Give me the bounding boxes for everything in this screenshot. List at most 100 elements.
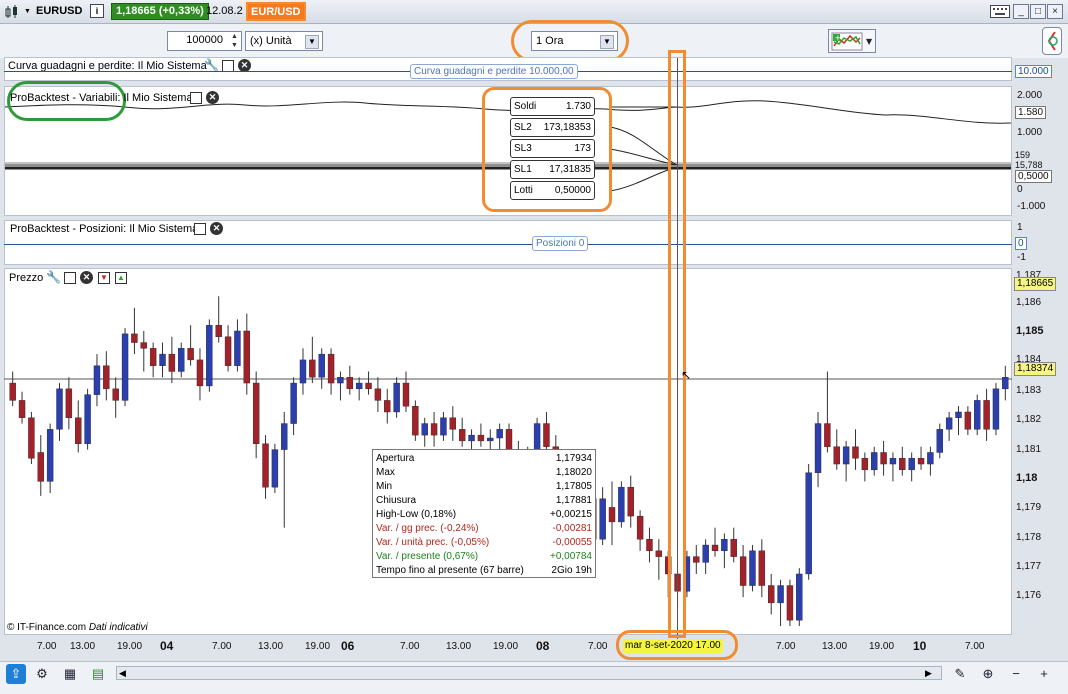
candle[interactable] bbox=[75, 400, 82, 453]
candle[interactable] bbox=[327, 348, 335, 395]
candle[interactable] bbox=[749, 545, 756, 592]
info-icon[interactable]: i bbox=[90, 4, 104, 18]
candle[interactable] bbox=[178, 342, 185, 378]
candle[interactable] bbox=[777, 579, 784, 627]
candle[interactable] bbox=[215, 296, 222, 343]
candle[interactable] bbox=[56, 383, 63, 441]
candle[interactable] bbox=[636, 510, 644, 551]
zoom-in-icon[interactable]: + bbox=[1034, 664, 1054, 684]
candle[interactable] bbox=[262, 435, 269, 499]
candle[interactable] bbox=[458, 417, 466, 447]
candle[interactable] bbox=[852, 429, 859, 470]
candle[interactable] bbox=[318, 348, 325, 389]
candle[interactable] bbox=[805, 464, 812, 580]
dropdown-arrow-icon[interactable]: ▼ bbox=[24, 8, 31, 15]
candle[interactable] bbox=[224, 325, 232, 372]
close-icon[interactable]: ✕ bbox=[210, 222, 223, 235]
share-icon[interactable]: ⇪ bbox=[6, 664, 26, 684]
drawing-tools-icon[interactable]: ✎ bbox=[950, 664, 970, 684]
candle[interactable] bbox=[65, 377, 73, 430]
calculator-icon[interactable]: ▦ bbox=[60, 664, 80, 684]
candle[interactable] bbox=[337, 371, 344, 401]
candle[interactable] bbox=[93, 354, 101, 407]
candle[interactable] bbox=[206, 319, 213, 392]
candle[interactable] bbox=[140, 330, 147, 372]
candle[interactable] bbox=[402, 371, 410, 412]
candle[interactable] bbox=[121, 328, 129, 407]
candle[interactable] bbox=[983, 388, 990, 441]
candle[interactable] bbox=[309, 336, 316, 384]
candle[interactable] bbox=[992, 383, 1000, 436]
window-icon[interactable] bbox=[64, 272, 76, 284]
quantity-down-icon[interactable]: ▼ bbox=[229, 41, 240, 50]
window-icon[interactable] bbox=[190, 92, 202, 104]
close-button[interactable]: × bbox=[1047, 4, 1063, 19]
close-icon[interactable]: ✕ bbox=[80, 271, 93, 284]
candle[interactable] bbox=[149, 342, 157, 378]
candle[interactable] bbox=[693, 545, 700, 574]
candle[interactable] bbox=[449, 406, 457, 441]
candle[interactable] bbox=[936, 423, 943, 459]
candle[interactable] bbox=[543, 411, 550, 453]
candle[interactable] bbox=[440, 411, 447, 441]
candle[interactable] bbox=[786, 579, 794, 627]
candle[interactable] bbox=[871, 446, 878, 476]
candle[interactable] bbox=[28, 411, 35, 465]
scroll-left-icon[interactable]: ◀ bbox=[119, 668, 126, 679]
candle[interactable] bbox=[908, 452, 915, 482]
candle[interactable] bbox=[861, 452, 869, 482]
horizontal-scrollbar[interactable]: ◀ ▶ bbox=[116, 666, 942, 680]
candle[interactable] bbox=[196, 348, 204, 401]
candle[interactable] bbox=[945, 411, 953, 441]
candle[interactable] bbox=[655, 539, 663, 580]
add-indicator-button[interactable]: + ▼ bbox=[828, 29, 876, 53]
wrench-icon[interactable]: 🔧 bbox=[204, 58, 219, 72]
candle[interactable] bbox=[131, 307, 138, 355]
candle[interactable] bbox=[112, 377, 119, 418]
zoom-area-icon[interactable]: ⊕ bbox=[978, 664, 998, 684]
candle[interactable] bbox=[814, 411, 822, 488]
candle[interactable] bbox=[899, 446, 906, 476]
candle[interactable] bbox=[730, 527, 737, 563]
candle[interactable] bbox=[889, 452, 897, 482]
chevron-down-icon[interactable]: ▼ bbox=[305, 35, 319, 49]
candle[interactable] bbox=[964, 406, 972, 436]
candle[interactable] bbox=[599, 487, 606, 546]
unit-select[interactable]: (x) Unità ▼ bbox=[245, 31, 323, 51]
candle[interactable] bbox=[46, 423, 54, 493]
close-icon[interactable]: ✕ bbox=[206, 91, 219, 104]
wrench-icon[interactable]: 🔧 bbox=[46, 270, 61, 284]
candle[interactable] bbox=[477, 423, 485, 447]
candle[interactable] bbox=[18, 391, 26, 424]
candle[interactable] bbox=[880, 440, 887, 476]
candle[interactable] bbox=[412, 400, 419, 441]
candle[interactable] bbox=[271, 443, 279, 493]
candle[interactable] bbox=[974, 394, 981, 436]
ticker-name[interactable]: EURUSD bbox=[36, 5, 82, 17]
candle[interactable] bbox=[421, 417, 428, 447]
candle[interactable] bbox=[37, 435, 44, 496]
candle[interactable] bbox=[627, 475, 634, 528]
strategy-icon[interactable]: ⚙ bbox=[32, 664, 52, 684]
candle[interactable] bbox=[927, 446, 934, 476]
candle[interactable] bbox=[374, 377, 382, 412]
arrow-down-icon[interactable]: ▼ bbox=[98, 272, 110, 284]
chart-type-icon[interactable] bbox=[4, 5, 20, 19]
candle[interactable] bbox=[1002, 365, 1009, 401]
candle[interactable] bbox=[168, 336, 176, 384]
candle[interactable] bbox=[721, 533, 728, 569]
candle[interactable] bbox=[768, 573, 775, 615]
candle[interactable] bbox=[365, 371, 372, 395]
candle[interactable] bbox=[234, 319, 241, 372]
candle[interactable] bbox=[393, 377, 400, 418]
maximize-button[interactable]: □ bbox=[1030, 4, 1046, 19]
candle[interactable] bbox=[355, 377, 363, 401]
candle[interactable] bbox=[346, 365, 354, 395]
candle[interactable] bbox=[187, 325, 194, 366]
candle[interactable] bbox=[84, 388, 91, 450]
candle[interactable] bbox=[824, 371, 831, 453]
minimize-button[interactable]: _ bbox=[1013, 4, 1029, 19]
scroll-right-icon[interactable]: ▶ bbox=[925, 668, 932, 679]
candle[interactable] bbox=[711, 527, 719, 557]
zoom-out-icon[interactable]: − bbox=[1006, 664, 1026, 684]
